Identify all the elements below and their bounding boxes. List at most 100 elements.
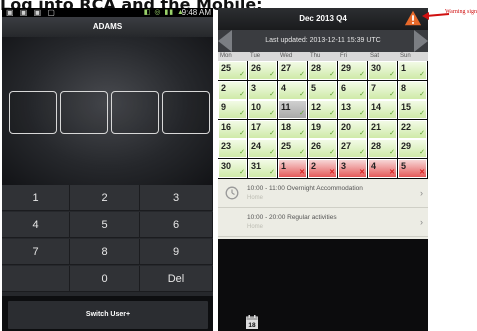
calendar-day-cell[interactable]: 3 ✓: [248, 80, 277, 100]
keypad-key[interactable]: 5: [70, 212, 140, 238]
status-time: 9:48 AM: [181, 8, 211, 17]
calendar-day-cell[interactable]: 22 ✓: [398, 119, 427, 139]
day-number: 3: [251, 82, 257, 93]
day-number: 9: [221, 102, 227, 112]
day-number: 2: [221, 82, 227, 93]
calendar-day-cell[interactable]: 3 ✕: [338, 158, 367, 178]
switch-user-button[interactable]: Switch User+: [8, 301, 208, 329]
calendar-day-cell[interactable]: 13 ✓: [338, 100, 367, 119]
previous-period-arrow-icon[interactable]: [218, 30, 232, 52]
day-number: 8: [401, 82, 407, 93]
calendar-day-cell[interactable]: 7 ✓: [368, 80, 397, 100]
event-location: Home: [247, 224, 264, 230]
calendar-day-cell[interactable]: 17 ✓: [248, 119, 277, 139]
check-icon: ✓: [329, 110, 335, 117]
calendar-day-cell[interactable]: 29 ✓: [398, 139, 427, 158]
calendar-day-cell[interactable]: 5 ✕: [398, 158, 427, 178]
cross-icon: ✕: [329, 168, 335, 176]
calendar-day-cell[interactable]: 29 ✓: [338, 61, 367, 80]
event-row[interactable]: 10:00 - 11:00 Overnight Accommodation Hom…: [218, 181, 428, 208]
user-title: ADAMS: [2, 17, 213, 37]
keypad-key[interactable]: 4: [2, 212, 70, 238]
keypad-key[interactable]: 6: [140, 212, 213, 238]
check-icon: ✓: [329, 90, 335, 98]
check-icon: ✓: [359, 129, 365, 137]
calendar-day-cell[interactable]: 21 ✓: [368, 119, 397, 139]
calendar-day-cell[interactable]: 1 ✓: [398, 61, 427, 80]
chevron-right-icon: ›: [420, 217, 423, 227]
calendar-day-cell[interactable]: 26 ✓: [248, 61, 277, 80]
calendar-day-cell[interactable]: 28 ✓: [308, 61, 337, 80]
next-period-arrow-icon[interactable]: [414, 30, 428, 52]
calendar-day-cell[interactable]: 4 ✓: [278, 80, 307, 100]
day-number: 17: [251, 121, 262, 132]
calendar-day-cell[interactable]: 1 ✕: [278, 158, 307, 178]
calendar-day-cell[interactable]: 25 ✓: [218, 61, 247, 80]
event-row[interactable]: 10:00 - 20:00 Regular activities Home ›: [218, 210, 428, 237]
calendar-title: Dec 2013 Q4: [218, 8, 428, 30]
check-icon: ✓: [359, 110, 365, 117]
calendar-day-cell[interactable]: 19 ✓: [308, 119, 337, 139]
status-bar: ▣ ▣ ▣ ▢ ◧ ◎ ▮▮ ▲ 9:48 AM: [2, 8, 213, 17]
weekday-header: Mon Tue Wed Thu Fri Sat Sun: [218, 52, 428, 61]
calendar-day-cell[interactable]: 14 ✓: [368, 100, 397, 119]
pin-digit-box[interactable]: [111, 91, 159, 134]
login-phone-screen: ▣ ▣ ▣ ▢ ◧ ◎ ▮▮ ▲ 9:48 AM ADAMS 123456789…: [2, 8, 213, 331]
pin-digit-box[interactable]: [60, 91, 108, 134]
day-number: 15: [401, 102, 412, 112]
calendar-day-cell[interactable]: 18 ✓: [278, 119, 307, 139]
calendar-day-cell[interactable]: 30 ✓: [368, 61, 397, 80]
calendar-phone-screen: Dec 2013 Q4 Last updated: 2013-12-11 15:…: [218, 8, 428, 331]
calendar-day-cell[interactable]: 26 ✓: [308, 139, 337, 158]
check-icon: ✓: [239, 110, 245, 117]
day-number: 13: [341, 102, 352, 112]
calendar-day-cell[interactable]: 24 ✓: [248, 139, 277, 158]
pin-digit-box[interactable]: [162, 91, 210, 134]
event-name: Regular activities: [287, 214, 337, 221]
calendar-day-cell[interactable]: 16 ✓: [218, 119, 247, 139]
calendar-day-cell[interactable]: 4 ✕: [368, 158, 397, 178]
calendar-day-cell[interactable]: 28 ✓: [368, 139, 397, 158]
keypad-key[interactable]: 9: [140, 239, 213, 265]
calendar-day-cell[interactable]: 30 ✓: [218, 158, 247, 178]
weekday-label: Mon: [220, 53, 232, 59]
keypad-key[interactable]: 7: [2, 239, 70, 265]
event-title: 10:00 - 20:00 Regular activities: [247, 214, 337, 221]
keypad-key[interactable]: 2: [70, 185, 140, 211]
last-updated-text: Last updated: 2013-12-11 15:39 UTC: [265, 37, 381, 44]
calendar-icon[interactable]: 18: [246, 315, 258, 329]
calendar-day-cell[interactable]: 27 ✓: [278, 61, 307, 80]
calendar-day-cell[interactable]: 27 ✓: [338, 139, 367, 158]
calendar-day-cell[interactable]: 5 ✓: [308, 80, 337, 100]
calendar-day-cell[interactable]: 25 ✓: [278, 139, 307, 158]
day-number: 26: [311, 141, 322, 151]
pin-digit-box[interactable]: [9, 91, 57, 134]
calendar-day-cell[interactable]: 2 ✓: [218, 80, 247, 100]
calendar-day-cell[interactable]: 11 ✓: [278, 100, 307, 119]
delete-key[interactable]: Del: [140, 266, 213, 292]
check-icon: ✓: [299, 129, 305, 137]
check-icon: ✓: [239, 129, 245, 137]
calendar-day-cell[interactable]: 8 ✓: [398, 80, 427, 100]
day-number: 28: [311, 63, 322, 73]
check-icon: ✓: [269, 168, 275, 176]
keypad-key[interactable]: 0: [70, 266, 140, 292]
calendar-day-cell[interactable]: 31 ✓: [248, 158, 277, 178]
day-number: 22: [401, 121, 412, 132]
calendar-day-cell[interactable]: 2 ✕: [308, 158, 337, 178]
calendar-day-cell[interactable]: 15 ✓: [398, 100, 427, 119]
calendar-day-cell[interactable]: 6 ✓: [338, 80, 367, 100]
keypad-key[interactable]: 3: [140, 185, 213, 211]
keypad-key[interactable]: 1: [2, 185, 70, 211]
keypad-key[interactable]: 8: [70, 239, 140, 265]
calendar-day-cell[interactable]: 20 ✓: [338, 119, 367, 139]
calendar-day-cell[interactable]: 12 ✓: [308, 100, 337, 119]
day-number: 2: [311, 160, 317, 171]
calendar-day-cell[interactable]: 23 ✓: [218, 139, 247, 158]
calendar-day-cell[interactable]: 9 ✓: [218, 100, 247, 119]
day-number: 5: [401, 160, 407, 171]
weekday-label: Tue: [250, 53, 261, 59]
calendar-day-cell[interactable]: 10 ✓: [248, 100, 277, 119]
day-number: 21: [371, 121, 382, 132]
check-icon: ✓: [269, 129, 275, 137]
